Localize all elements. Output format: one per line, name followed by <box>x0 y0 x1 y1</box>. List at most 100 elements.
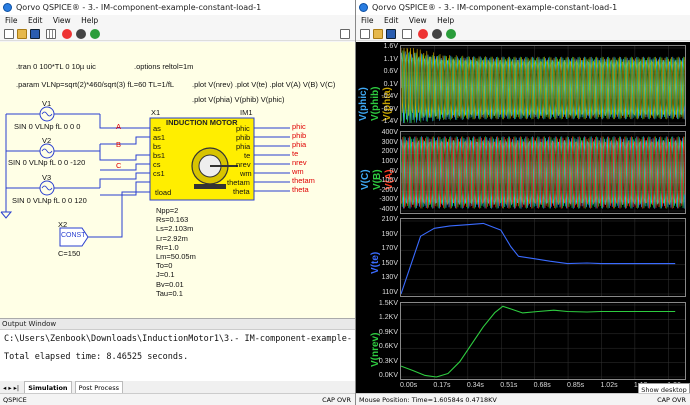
viewer-status-bar: Mouse Position: Time=1.60584s 0.4718KV C… <box>356 393 690 405</box>
menu-edit[interactable]: Edit <box>28 16 43 25</box>
y-tick-label: 0.1V <box>383 80 398 88</box>
y-tick-label: 170V <box>381 245 398 253</box>
menu-help[interactable]: Help <box>81 16 98 25</box>
source-v2-name[interactable]: V2 <box>42 136 51 145</box>
expand-icon[interactable] <box>340 29 350 39</box>
motor-title: INDUCTION MOTOR <box>166 118 238 127</box>
directive-plot-line2[interactable]: .plot V(phia) V(phib) V(phic) <box>192 95 285 104</box>
flux-waveforms <box>400 46 686 125</box>
net-label-a[interactable]: A <box>116 122 121 131</box>
y-tick-label: 190V <box>381 230 398 238</box>
net-label-nrev[interactable]: nrev <box>292 158 307 167</box>
param-to: To=0 <box>156 261 173 271</box>
plot-panel-torque[interactable] <box>400 218 686 297</box>
y-tick-label: 210V <box>381 216 398 223</box>
plot-panel-speed[interactable] <box>400 302 686 380</box>
x-tick-label: 0.51s <box>500 382 518 389</box>
net-label-c[interactable]: C <box>116 161 121 170</box>
motor-pin-te: te <box>244 151 251 160</box>
y-tick-label: -400V <box>379 206 398 213</box>
param-bv: Bv=0.01 <box>156 279 184 289</box>
mouse-position-readout: Mouse Position: Time=1.60584s 0.4718KV <box>359 396 497 404</box>
y-tick-label: 0.6KV <box>378 343 398 351</box>
menu-file[interactable]: File <box>5 16 18 25</box>
torque-gridlines <box>401 219 685 296</box>
motor-pin-bs: bs <box>153 142 161 151</box>
motor-ref-im1[interactable]: IM1 <box>240 108 253 117</box>
status-bar: QSPICE CAP OVR <box>0 393 355 405</box>
y-tick-label: 1.1V <box>383 55 398 63</box>
const-label[interactable]: CONST <box>61 232 86 239</box>
viewer-status-right: CAP OVR <box>657 396 686 404</box>
plot-panel-voltages[interactable] <box>400 131 686 214</box>
y-tick-label: 150V <box>381 259 398 267</box>
net-label-phia[interactable]: phia <box>292 140 306 149</box>
motor-pin-nrev: nrev <box>236 160 251 169</box>
menu-view[interactable]: View <box>53 16 71 25</box>
halt-icon[interactable] <box>432 29 442 39</box>
x-tick-label: 0.34s <box>466 382 484 389</box>
directive-tran[interactable]: .tran 0 100*TL 0 10µ uic <box>16 62 96 71</box>
halt-icon[interactable] <box>76 29 86 39</box>
run-icon[interactable] <box>62 29 72 39</box>
const-ref-x2[interactable]: X2 <box>58 220 67 229</box>
go-icon[interactable] <box>90 29 100 39</box>
run-icon[interactable] <box>418 29 428 39</box>
waveform-plot-area[interactable]: V(phic) V(phib) V(phia) 1.6V 1.1V 0.6V 0.1V… <box>356 42 690 394</box>
schematic-canvas[interactable]: .tran 0 100*TL 0 10µ uic .options reltol… <box>0 42 355 318</box>
save-icon[interactable] <box>30 29 40 39</box>
series-V(nrev) <box>400 305 676 378</box>
motor-pin-wm: wm <box>240 169 252 178</box>
grid-icon[interactable] <box>46 29 56 39</box>
go-icon[interactable] <box>446 29 456 39</box>
viewer-menu-view[interactable]: View <box>409 16 427 25</box>
param-j: J=0.1 <box>156 270 175 280</box>
viewer-menu-help[interactable]: Help <box>437 16 454 25</box>
directive-param[interactable]: .param VLNp=sqrt(2)*460/sqrt(3) fL=60 TL… <box>16 80 174 89</box>
output-elapsed-line: Total elapsed time: 8.46525 seconds. <box>4 352 189 362</box>
status-left: QSPICE <box>3 396 27 404</box>
voltage-traces <box>400 136 686 209</box>
net-label-phib[interactable]: phib <box>292 131 306 140</box>
x-tick-label: 0.17s <box>433 382 451 389</box>
const-value[interactable]: C=150 <box>58 249 80 258</box>
motor-pin-theta: theta <box>233 187 250 196</box>
new-file-icon[interactable] <box>4 29 14 39</box>
y-tick-label: 300V <box>381 138 398 146</box>
open-folder-icon[interactable] <box>373 29 383 39</box>
viewer-toolbar <box>356 28 690 41</box>
directive-plot-line1[interactable]: .plot V(nrev) .plot V(te) .plot V(A) V(B… <box>192 80 335 89</box>
tab-nav-arrows[interactable]: ◂ ▸ ▸| <box>3 384 19 392</box>
directive-options[interactable]: .options reltol=1m <box>134 62 193 71</box>
source-v3-value[interactable]: SIN 0 VLNp fL 0 0 120 <box>12 196 87 205</box>
viewer-menu-file[interactable]: File <box>361 16 374 25</box>
menu-bar: File Edit View Help <box>0 15 355 27</box>
save-icon[interactable] <box>386 29 396 39</box>
param-rr: Rr=1.0 <box>156 242 179 252</box>
x-tick-label: 1.02s <box>600 382 618 389</box>
source-v1-name[interactable]: V1 <box>42 99 51 108</box>
source-v3-name[interactable]: V3 <box>42 173 51 182</box>
net-label-b[interactable]: B <box>116 140 121 149</box>
y-tick-label: -0.9V <box>381 105 398 113</box>
open-folder-icon[interactable] <box>17 29 27 39</box>
speed-trace <box>400 305 676 378</box>
y-tick-label: 0.3KV <box>378 357 398 365</box>
plot-panel-flux[interactable] <box>400 45 686 126</box>
net-label-thetam[interactable]: thetam <box>292 176 315 185</box>
zoom-icon[interactable] <box>402 29 412 39</box>
motor-params[interactable]: Npp=2 Rs=0.163 Ls=2.103m Lr=2.92m Rr=1.0… <box>156 206 196 298</box>
y-tick-label: 0.9KV <box>378 328 398 336</box>
new-file-icon[interactable] <box>360 29 370 39</box>
net-label-wm[interactable]: wm <box>292 167 304 176</box>
source-v1-value[interactable]: SIN 0 VLNp fL 0 0 0 <box>14 122 80 131</box>
y-tick-label: -1.4V <box>381 118 398 125</box>
motor-ref-x1[interactable]: X1 <box>151 108 160 117</box>
title-bar: Qorvo QSPICE® - 3.- IM-component-example… <box>0 0 355 15</box>
net-label-theta[interactable]: theta <box>292 185 309 194</box>
source-v2-value[interactable]: SIN 0 VLNp fL 0 0 -120 <box>8 158 85 167</box>
net-label-phic[interactable]: phic <box>292 122 306 131</box>
status-right: CAP OVR <box>322 396 351 404</box>
viewer-menu-edit[interactable]: Edit <box>384 16 399 25</box>
net-label-te[interactable]: te <box>292 149 298 158</box>
